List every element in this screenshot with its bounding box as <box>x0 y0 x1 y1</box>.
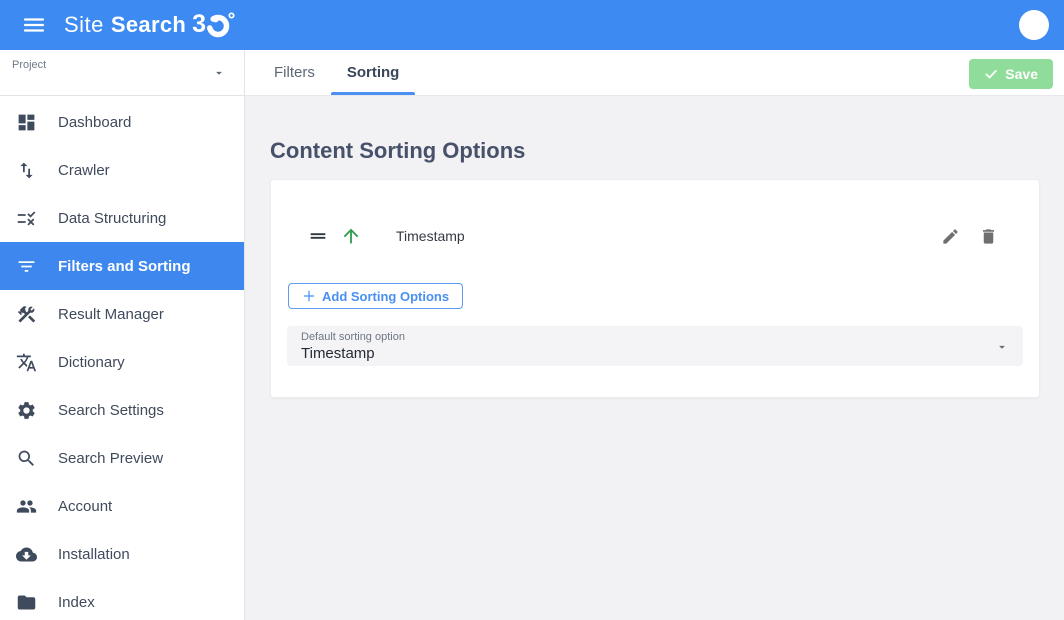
plus-icon <box>302 289 316 303</box>
folder-icon <box>15 591 37 613</box>
avatar[interactable] <box>1019 10 1049 40</box>
content-area: Content Sorting Options Timestamp <box>245 96 1064 398</box>
gear-icon <box>15 399 37 421</box>
sidebar-item-label: Result Manager <box>58 306 164 323</box>
delete-button[interactable] <box>976 224 1001 249</box>
check-icon <box>984 67 998 81</box>
sidebar-item-filters-and-sorting[interactable]: Filters and Sorting <box>0 242 244 290</box>
sidebar-item-crawler[interactable]: Crawler <box>0 146 244 194</box>
pencil-icon <box>941 227 960 246</box>
sidebar-item-label: Installation <box>58 546 130 563</box>
sidebar-nav: Dashboard Crawler Data Structuring Filte… <box>0 96 244 620</box>
sidebar-item-label: Crawler <box>58 162 110 179</box>
sidebar-item-label: Dashboard <box>58 114 131 131</box>
cloud-download-icon <box>15 543 37 565</box>
sidebar-item-label: Data Structuring <box>58 210 166 227</box>
logo-360-mark: 3 <box>192 11 236 39</box>
save-button-label: Save <box>1005 66 1038 82</box>
sidebar-item-data-structuring[interactable]: Data Structuring <box>0 194 244 242</box>
project-selector[interactable]: Project <box>0 50 244 96</box>
sidebar-item-index[interactable]: Index <box>0 578 244 620</box>
logo-site-text: Site <box>64 12 104 38</box>
logo-360-circle-icon <box>206 11 236 39</box>
tab-filters[interactable]: Filters <box>258 50 331 95</box>
topbar: Site Search 3 <box>0 0 1064 50</box>
default-sorting-value: Timestamp <box>301 345 1009 362</box>
default-sorting-select[interactable]: Default sorting option Timestamp <box>287 326 1023 366</box>
project-label: Project <box>12 59 46 71</box>
add-sorting-options-button[interactable]: Add Sorting Options <box>288 283 463 309</box>
drag-handle-icon[interactable] <box>307 225 329 247</box>
select-caret-icon <box>995 340 1009 354</box>
sorting-row-name: Timestamp <box>396 228 465 244</box>
trash-icon <box>979 227 998 246</box>
sidebar-item-search-preview[interactable]: Search Preview <box>0 434 244 482</box>
sidebar-item-dashboard[interactable]: Dashboard <box>0 98 244 146</box>
filter-icon <box>15 255 37 277</box>
sidebar-item-label: Dictionary <box>58 354 125 371</box>
sidebar-item-dictionary[interactable]: Dictionary <box>0 338 244 386</box>
translate-icon <box>15 351 37 373</box>
app-logo: Site Search 3 <box>64 11 236 39</box>
menu-icon[interactable] <box>18 9 50 41</box>
rule-icon <box>15 207 37 229</box>
save-button[interactable]: Save <box>969 59 1053 89</box>
sort-ascending-arrow-icon[interactable] <box>340 225 362 247</box>
tools-icon <box>15 303 37 325</box>
sorting-row: Timestamp <box>287 218 1023 254</box>
tab-sorting[interactable]: Sorting <box>331 50 416 95</box>
swap-vert-icon <box>15 159 37 181</box>
sidebar-item-result-manager[interactable]: Result Manager <box>0 290 244 338</box>
sidebar-item-search-settings[interactable]: Search Settings <box>0 386 244 434</box>
sidebar-item-installation[interactable]: Installation <box>0 530 244 578</box>
default-sorting-label: Default sorting option <box>301 331 1009 343</box>
main-area: Filters Sorting Save Content Sorting Opt… <box>245 50 1064 620</box>
edit-button[interactable] <box>938 224 963 249</box>
sidebar-item-label: Search Preview <box>58 450 163 467</box>
sidebar: Project Dashboard Crawler Data Str <box>0 50 245 620</box>
logo-search-text: Search <box>111 12 186 38</box>
sidebar-item-label: Search Settings <box>58 402 164 419</box>
sidebar-item-label: Account <box>58 498 112 515</box>
sidebar-item-account[interactable]: Account <box>0 482 244 530</box>
sidebar-item-label: Index <box>58 594 95 611</box>
dropdown-caret-icon <box>212 66 226 80</box>
dashboard-icon <box>15 111 37 133</box>
search-icon <box>15 447 37 469</box>
tab-bar: Filters Sorting Save <box>245 50 1064 96</box>
sidebar-item-label: Filters and Sorting <box>58 258 191 275</box>
sorting-options-card: Timestamp Add Sorting Options Default so… <box>270 179 1040 398</box>
page-title: Content Sorting Options <box>270 138 1040 164</box>
people-icon <box>15 495 37 517</box>
add-button-label: Add Sorting Options <box>322 289 449 304</box>
